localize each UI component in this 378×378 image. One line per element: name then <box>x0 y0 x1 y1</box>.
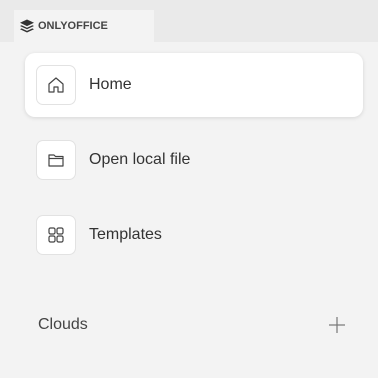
plus-icon[interactable] <box>326 314 348 336</box>
folder-icon <box>36 140 76 180</box>
sidebar-item-label: Home <box>89 76 132 93</box>
clouds-section: Clouds <box>38 310 348 340</box>
tab-home-label: ONLYOFFICE <box>38 20 108 32</box>
sidebar-nav: Home Open local file Templates Clouds <box>0 42 378 378</box>
sidebar-item-label: Templates <box>89 226 162 243</box>
tab-bar: ONLYOFFICE <box>0 0 378 42</box>
sidebar-item-open-local-file[interactable]: Open local file <box>25 128 363 192</box>
start-page: ONLYOFFICE Home Open local file Template… <box>0 0 378 378</box>
sidebar-item-label: Open local file <box>89 151 191 168</box>
clouds-label: Clouds <box>38 316 88 333</box>
home-icon <box>36 65 76 105</box>
sidebar-item-templates[interactable]: Templates <box>25 203 363 267</box>
sidebar-item-home[interactable]: Home <box>25 53 363 117</box>
tab-home[interactable]: ONLYOFFICE <box>14 10 154 42</box>
templates-grid-icon <box>36 215 76 255</box>
onlyoffice-logo-icon <box>19 18 35 34</box>
